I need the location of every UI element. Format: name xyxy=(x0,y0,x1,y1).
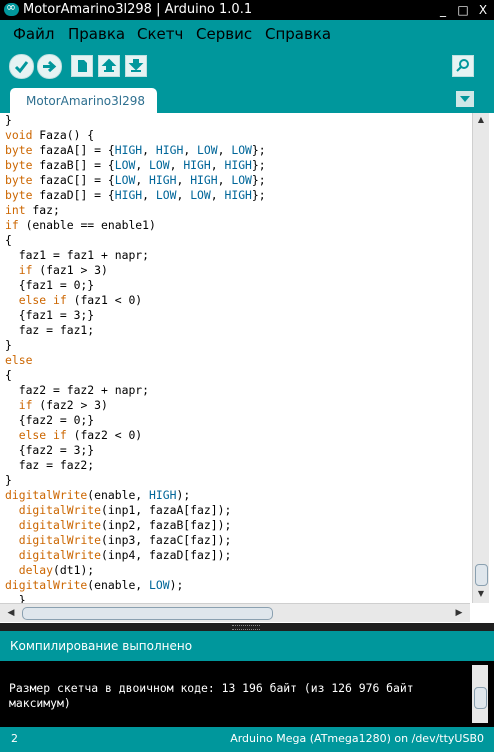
arduino-app-icon xyxy=(4,0,19,16)
toolbar xyxy=(0,48,494,84)
code-line[interactable]: delay(dt1); xyxy=(5,563,266,578)
scroll-up-icon[interactable]: ▲ xyxy=(476,115,486,125)
tab-label: MotorAmarino3l298 xyxy=(26,94,146,108)
code-line[interactable]: byte fazaA[] = {HIGH, HIGH, LOW, LOW}; xyxy=(5,143,266,158)
code-line[interactable]: if (enable == enable1) xyxy=(5,218,266,233)
code-line[interactable]: {faz2 = 3;} xyxy=(5,443,266,458)
code-line[interactable]: faz = faz2; xyxy=(5,458,266,473)
verify-icon xyxy=(14,61,29,74)
code-line[interactable]: faz2 = faz2 + napr; xyxy=(5,383,266,398)
code-line[interactable]: } xyxy=(5,113,266,128)
new-button[interactable] xyxy=(71,55,93,77)
editor-horizontal-scrollbar[interactable]: ◀ ▶ xyxy=(0,603,470,622)
serial-monitor-button[interactable] xyxy=(452,55,474,77)
code-line[interactable]: } xyxy=(5,338,266,353)
status-message: Компилирование выполнено xyxy=(10,639,193,653)
scrollbar-thumb[interactable] xyxy=(22,607,273,620)
close-button[interactable]: X xyxy=(476,3,490,17)
tab-sketch[interactable]: MotorAmarino3l298 xyxy=(10,88,157,113)
code-line[interactable]: faz1 = faz1 + napr; xyxy=(5,248,266,263)
save-button[interactable] xyxy=(125,55,147,77)
scrollbar-thumb[interactable] xyxy=(474,687,487,709)
code-line[interactable]: {faz1 = 0;} xyxy=(5,278,266,293)
tab-menu-button[interactable] xyxy=(456,91,474,107)
code-line[interactable]: else if (faz1 < 0) xyxy=(5,293,266,308)
code-text[interactable]: } void Faza() {byte fazaA[] = {HIGH, HIGH… xyxy=(5,113,266,608)
chevron-down-icon xyxy=(460,96,470,102)
open-icon xyxy=(101,58,117,72)
status-bar: Компилирование выполнено xyxy=(0,631,494,661)
code-line[interactable]: digitalWrite(enable, LOW); xyxy=(5,578,266,593)
scroll-right-icon[interactable]: ▶ xyxy=(452,606,466,620)
magnifier-icon xyxy=(456,59,469,72)
code-line[interactable]: else xyxy=(5,353,266,368)
code-line[interactable]: } xyxy=(5,473,266,488)
menu-file[interactable]: Файл xyxy=(13,25,54,43)
code-line[interactable]: if (faz1 > 3) xyxy=(5,263,266,278)
line-number: 2 xyxy=(11,732,18,745)
scrollbar-thumb[interactable] xyxy=(475,564,488,586)
code-line[interactable]: {faz2 = 0;} xyxy=(5,413,266,428)
title-bar: MotorAmarino3l298 | Arduino 1.0.1 _ □ X xyxy=(0,0,494,20)
scroll-down-icon[interactable]: ▼ xyxy=(476,589,486,599)
divider-grip[interactable] xyxy=(232,625,260,630)
console-text: Размер скетча в двоичном коде: 13 196 ба… xyxy=(9,681,421,710)
menu-edit[interactable]: Правка xyxy=(68,25,125,43)
menu-bar: Файл Правка Скетч Сервис Справка xyxy=(0,20,494,48)
window-title: MotorAmarino3l298 | Arduino 1.0.1 xyxy=(23,2,253,17)
console-scrollbar[interactable] xyxy=(472,665,488,723)
console-output: Размер скетча в двоичном коде: 13 196 ба… xyxy=(0,661,494,727)
code-line[interactable]: { xyxy=(5,233,266,248)
maximize-button[interactable]: □ xyxy=(456,3,470,17)
minimize-button[interactable]: _ xyxy=(436,3,450,17)
menu-tools[interactable]: Сервис xyxy=(196,25,252,43)
code-line[interactable]: int faz; xyxy=(5,203,266,218)
code-line[interactable]: digitalWrite(inp1, fazaA[faz]); xyxy=(5,503,266,518)
save-icon xyxy=(128,59,144,72)
code-editor[interactable]: } void Faza() {byte fazaA[] = {HIGH, HIGH… xyxy=(0,113,494,623)
tab-bar: MotorAmarino3l298 xyxy=(0,84,494,113)
code-line[interactable]: digitalWrite(inp2, fazaB[faz]); xyxy=(5,518,266,533)
code-line[interactable]: byte fazaB[] = {LOW, LOW, HIGH, HIGH}; xyxy=(5,158,266,173)
open-button[interactable] xyxy=(98,55,120,77)
arduino-ide-window: MotorAmarino3l298 | Arduino 1.0.1 _ □ X … xyxy=(0,0,494,752)
code-line[interactable]: {faz1 = 3;} xyxy=(5,308,266,323)
scroll-left-icon[interactable]: ◀ xyxy=(4,606,18,620)
code-line[interactable]: else if (faz2 < 0) xyxy=(5,428,266,443)
upload-icon xyxy=(43,60,57,73)
code-line[interactable]: digitalWrite(inp4, fazaD[faz]); xyxy=(5,548,266,563)
menu-sketch[interactable]: Скетч xyxy=(137,25,183,43)
code-line[interactable]: digitalWrite(enable, HIGH); xyxy=(5,488,266,503)
board-info: Arduino Mega (ATmega1280) on /dev/ttyUSB… xyxy=(230,732,484,745)
code-line[interactable]: faz = faz1; xyxy=(5,323,266,338)
upload-button[interactable] xyxy=(37,54,62,79)
code-line[interactable]: if (faz2 > 3) xyxy=(5,398,266,413)
panel-divider[interactable] xyxy=(0,623,494,631)
code-line[interactable]: byte fazaC[] = {LOW, HIGH, HIGH, LOW}; xyxy=(5,173,266,188)
code-line[interactable]: { xyxy=(5,368,266,383)
code-line[interactable]: byte fazaD[] = {HIGH, LOW, LOW, HIGH}; xyxy=(5,188,266,203)
menu-help[interactable]: Справка xyxy=(265,25,331,43)
new-icon xyxy=(78,60,87,72)
editor-vertical-scrollbar[interactable]: ▲ ▼ xyxy=(472,113,489,603)
verify-button[interactable] xyxy=(9,54,34,79)
code-line[interactable]: digitalWrite(inp3, fazaC[faz]); xyxy=(5,533,266,548)
footer-bar: 2 Arduino Mega (ATmega1280) on /dev/ttyU… xyxy=(0,727,494,752)
code-line[interactable]: void Faza() { xyxy=(5,128,266,143)
